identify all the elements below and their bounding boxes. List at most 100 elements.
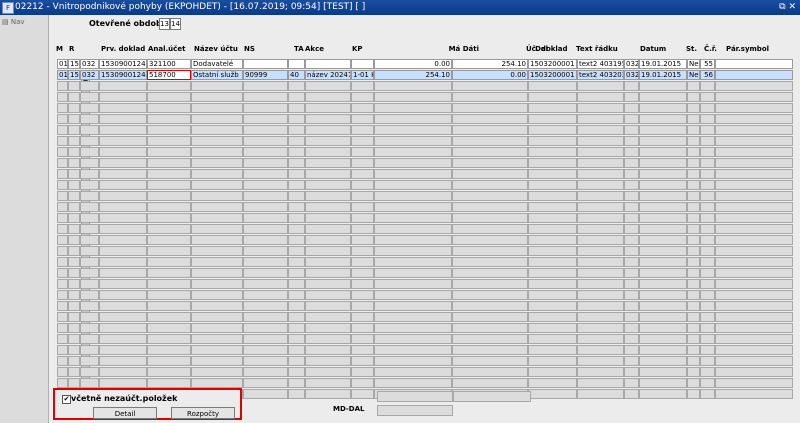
table-cell[interactable] bbox=[374, 235, 452, 245]
table-cell[interactable] bbox=[191, 367, 243, 377]
table-cell[interactable] bbox=[577, 92, 624, 102]
table-cell[interactable] bbox=[68, 257, 80, 267]
table-cell[interactable] bbox=[191, 147, 243, 157]
table-cell[interactable] bbox=[639, 169, 687, 179]
table-cell[interactable] bbox=[57, 290, 68, 300]
table-cell[interactable] bbox=[528, 235, 577, 245]
table-cell[interactable] bbox=[452, 136, 528, 146]
table-cell[interactable] bbox=[639, 301, 687, 311]
table-cell[interactable] bbox=[351, 279, 374, 289]
table-cell[interactable] bbox=[305, 213, 351, 223]
table-cell[interactable] bbox=[191, 202, 243, 212]
table-cell[interactable] bbox=[57, 334, 68, 344]
table-cell[interactable] bbox=[715, 345, 793, 355]
table-cell[interactable] bbox=[700, 125, 715, 135]
table-cell[interactable] bbox=[639, 378, 687, 388]
table-cell[interactable] bbox=[624, 367, 639, 377]
table-cell[interactable] bbox=[577, 367, 624, 377]
table-cell[interactable] bbox=[57, 191, 68, 201]
table-cell[interactable] bbox=[577, 180, 624, 190]
table-cell[interactable] bbox=[715, 334, 793, 344]
table-cell[interactable] bbox=[577, 81, 624, 91]
table-cell[interactable] bbox=[80, 180, 99, 190]
table-cell[interactable] bbox=[147, 312, 191, 322]
table-cell[interactable] bbox=[57, 378, 68, 388]
table-cell[interactable] bbox=[452, 125, 528, 135]
table-cell[interactable] bbox=[57, 180, 68, 190]
table-cell[interactable] bbox=[305, 158, 351, 168]
table-cell[interactable] bbox=[715, 147, 793, 157]
table-cell[interactable] bbox=[243, 191, 288, 201]
table-cell[interactable] bbox=[191, 136, 243, 146]
table-cell[interactable] bbox=[80, 114, 99, 124]
table-cell[interactable] bbox=[351, 378, 374, 388]
table-cell[interactable] bbox=[243, 224, 288, 234]
table-cell[interactable] bbox=[577, 279, 624, 289]
table-cell[interactable] bbox=[687, 235, 700, 245]
table-cell[interactable] bbox=[147, 180, 191, 190]
table-cell[interactable] bbox=[351, 235, 374, 245]
table-cell[interactable] bbox=[374, 246, 452, 256]
table-cell[interactable] bbox=[243, 158, 288, 168]
table-cell[interactable] bbox=[68, 114, 80, 124]
table-cell[interactable] bbox=[99, 334, 147, 344]
table-cell[interactable] bbox=[99, 92, 147, 102]
table-cell[interactable] bbox=[80, 158, 99, 168]
table-cell[interactable] bbox=[452, 169, 528, 179]
table-cell[interactable] bbox=[715, 323, 793, 333]
table-cell[interactable] bbox=[374, 268, 452, 278]
table-cell[interactable] bbox=[715, 301, 793, 311]
table-cell[interactable] bbox=[351, 147, 374, 157]
table-cell[interactable] bbox=[351, 125, 374, 135]
table-cell[interactable] bbox=[351, 103, 374, 113]
table-cell[interactable] bbox=[528, 92, 577, 102]
table-cell[interactable] bbox=[700, 169, 715, 179]
table-cell[interactable] bbox=[639, 268, 687, 278]
table-cell[interactable] bbox=[243, 334, 288, 344]
table-cell[interactable] bbox=[452, 92, 528, 102]
table-cell[interactable] bbox=[191, 180, 243, 190]
table-cell[interactable] bbox=[452, 279, 528, 289]
table-cell[interactable] bbox=[700, 367, 715, 377]
table-cell[interactable] bbox=[288, 103, 305, 113]
table-cell[interactable] bbox=[700, 257, 715, 267]
table-cell[interactable] bbox=[374, 202, 452, 212]
table-cell[interactable] bbox=[687, 202, 700, 212]
table-cell[interactable] bbox=[715, 224, 793, 234]
table-cell[interactable] bbox=[288, 81, 305, 91]
table-cell[interactable] bbox=[639, 279, 687, 289]
table-cell[interactable] bbox=[700, 81, 715, 91]
table-cell[interactable] bbox=[57, 235, 68, 245]
table-cell[interactable] bbox=[243, 202, 288, 212]
table-cell[interactable] bbox=[288, 224, 305, 234]
table-cell[interactable] bbox=[624, 312, 639, 322]
table-cell[interactable] bbox=[288, 59, 305, 69]
table-cell[interactable] bbox=[288, 323, 305, 333]
table-cell[interactable] bbox=[639, 312, 687, 322]
table-cell[interactable] bbox=[700, 246, 715, 256]
table-cell[interactable] bbox=[452, 235, 528, 245]
table-cell[interactable] bbox=[351, 356, 374, 366]
table-cell[interactable] bbox=[639, 92, 687, 102]
table-cell[interactable] bbox=[687, 323, 700, 333]
table-cell[interactable] bbox=[687, 268, 700, 278]
table-cell[interactable] bbox=[624, 389, 639, 399]
table-cell[interactable] bbox=[715, 213, 793, 223]
table-cell[interactable] bbox=[715, 103, 793, 113]
table-cell[interactable]: text2 4031959 bbox=[577, 59, 624, 69]
table-cell[interactable] bbox=[577, 334, 624, 344]
table-cell[interactable] bbox=[147, 290, 191, 300]
table-cell[interactable] bbox=[80, 301, 99, 311]
table-cell[interactable] bbox=[243, 378, 288, 388]
table-cell[interactable] bbox=[687, 191, 700, 201]
table-cell[interactable] bbox=[191, 235, 243, 245]
table-cell[interactable]: 40 bbox=[288, 70, 305, 80]
table-cell[interactable] bbox=[452, 81, 528, 91]
table-cell[interactable] bbox=[639, 224, 687, 234]
table-cell[interactable] bbox=[80, 213, 99, 223]
table-cell[interactable] bbox=[57, 367, 68, 377]
table-cell[interactable]: 19.01.2015 bbox=[639, 70, 687, 80]
table-cell[interactable] bbox=[147, 158, 191, 168]
table-cell[interactable] bbox=[243, 257, 288, 267]
table-cell[interactable] bbox=[528, 191, 577, 201]
